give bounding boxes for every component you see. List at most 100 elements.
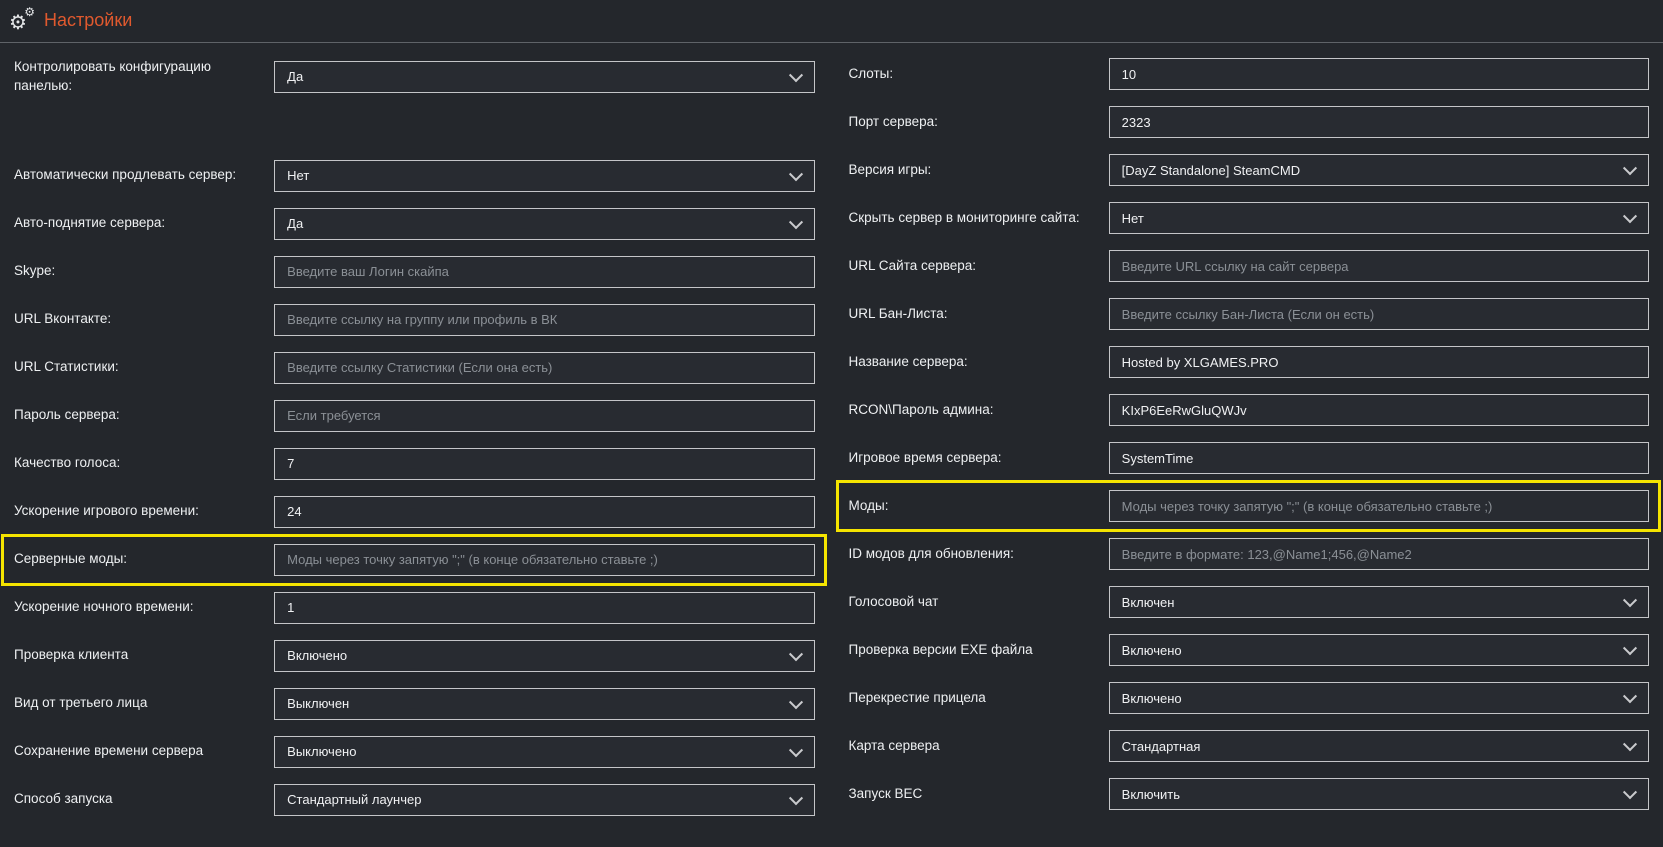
form-row-server-time-save: Сохранение времени сервераВыключено (14, 736, 815, 768)
exe-version-check-label: Проверка версии EXE файла (849, 641, 1109, 660)
mod-ids-update-input[interactable] (1109, 538, 1649, 570)
night-time-accel-control (274, 592, 814, 624)
vk-url-input[interactable] (274, 304, 814, 336)
form-row-mods: Моды: (836, 480, 1662, 532)
control-config-panel-label: Контролировать конфигурацию панелью: (14, 58, 274, 96)
server-port-control (1109, 106, 1649, 138)
auto-raise-server-select[interactable]: Да (274, 208, 814, 240)
rcon-admin-password-control (1109, 394, 1649, 426)
launch-method-label: Способ запуска (14, 790, 274, 809)
form-row-exe-version-check: Проверка версии EXE файлаВключено (849, 634, 1650, 666)
game-version-select[interactable]: [DayZ Standalone] SteamCMD (1109, 154, 1649, 186)
mods-control (1109, 490, 1649, 522)
server-game-time-control (1109, 442, 1649, 474)
form-row-server-site-url: URL Сайта сервера: (849, 250, 1650, 282)
server-map-select[interactable]: Стандартная (1109, 730, 1649, 762)
auto-renew-server-select-wrap: Нет (274, 160, 814, 192)
launch-method-select[interactable]: Стандартный лаунчер (274, 784, 814, 816)
game-version-label: Версия игры: (849, 161, 1109, 180)
bec-launch-select[interactable]: Включить (1109, 778, 1649, 810)
slots-label: Слоты: (849, 65, 1109, 84)
server-site-url-label: URL Сайта сервера: (849, 257, 1109, 276)
settings-column-right: Слоты:Порт сервера:Версия игры:[DayZ Sta… (849, 58, 1650, 816)
form-row-server-map: Карта сервераСтандартная (849, 730, 1650, 762)
server-time-save-select[interactable]: Выключено (274, 736, 814, 768)
auto-raise-server-select-wrap: Да (274, 208, 814, 240)
exe-version-check-select[interactable]: Включено (1109, 634, 1649, 666)
form-row-slots: Слоты: (849, 58, 1650, 90)
client-check-label: Проверка клиента (14, 646, 274, 665)
form-row-auto-renew-server: Автоматически продлевать сервер:Нет (14, 160, 815, 192)
server-name-label: Название сервера: (849, 353, 1109, 372)
auto-raise-server-control: Да (274, 208, 814, 240)
form-row-rcon-admin-password: RCON\Пароль админа: (849, 394, 1650, 426)
server-name-control (1109, 346, 1649, 378)
voice-chat-select[interactable]: Включен (1109, 586, 1649, 618)
form-row-third-person-view: Вид от третьего лицаВыключен (14, 688, 815, 720)
server-game-time-input[interactable] (1109, 442, 1649, 474)
voice-quality-control (274, 448, 814, 480)
night-time-accel-input[interactable] (274, 592, 814, 624)
hide-server-monitoring-select[interactable]: Нет (1109, 202, 1649, 234)
server-password-input[interactable] (274, 400, 814, 432)
form-row-hide-server-monitoring: Скрыть сервер в мониторинге сайта:Нет (849, 202, 1650, 234)
server-name-input[interactable] (1109, 346, 1649, 378)
server-mods-input[interactable] (274, 544, 814, 576)
crosshair-control: Включено (1109, 682, 1649, 714)
skype-input[interactable] (274, 256, 814, 288)
form-row-voice-quality: Качество голоса: (14, 448, 815, 480)
game-time-accel-input[interactable] (274, 496, 814, 528)
form-row-mod-ids-update: ID модов для обновления: (849, 538, 1650, 570)
form-row-bec-launch: Запуск BECВключить (849, 778, 1650, 810)
ban-list-url-input[interactable] (1109, 298, 1649, 330)
stats-url-input[interactable] (274, 352, 814, 384)
voice-chat-control: Включен (1109, 586, 1649, 618)
voice-chat-label: Голосовой чат (849, 593, 1109, 612)
voice-quality-input[interactable] (274, 448, 814, 480)
vk-url-label: URL Вконтакте: (14, 310, 274, 329)
exe-version-check-select-wrap: Включено (1109, 634, 1649, 666)
client-check-select-wrap: Включено (274, 640, 814, 672)
hide-server-monitoring-control: Нет (1109, 202, 1649, 234)
server-password-control (274, 400, 814, 432)
crosshair-select-wrap: Включено (1109, 682, 1649, 714)
third-person-view-select-wrap: Выключен (274, 688, 814, 720)
rcon-admin-password-input[interactable] (1109, 394, 1649, 426)
server-password-label: Пароль сервера: (14, 406, 274, 425)
server-port-input[interactable] (1109, 106, 1649, 138)
server-map-control: Стандартная (1109, 730, 1649, 762)
launch-method-control: Стандартный лаунчер (274, 784, 814, 816)
rcon-admin-password-label: RCON\Пароль админа: (849, 401, 1109, 420)
server-site-url-control (1109, 250, 1649, 282)
mod-ids-update-label: ID модов для обновления: (849, 545, 1109, 564)
mods-label: Моды: (849, 497, 1109, 516)
slots-control (1109, 58, 1649, 90)
server-site-url-input[interactable] (1109, 250, 1649, 282)
form-row-game-version: Версия игры:[DayZ Standalone] SteamCMD (849, 154, 1650, 186)
voice-chat-select-wrap: Включен (1109, 586, 1649, 618)
form-row-launch-method: Способ запускаСтандартный лаунчер (14, 784, 815, 816)
auto-renew-server-select[interactable]: Нет (274, 160, 814, 192)
ban-list-url-control (1109, 298, 1649, 330)
game-version-select-wrap: [DayZ Standalone] SteamCMD (1109, 154, 1649, 186)
slots-input[interactable] (1109, 58, 1649, 90)
third-person-view-select[interactable]: Выключен (274, 688, 814, 720)
control-config-panel-select[interactable]: Да (274, 61, 814, 93)
crosshair-select[interactable]: Включено (1109, 682, 1649, 714)
vk-url-control (274, 304, 814, 336)
client-check-select[interactable]: Включено (274, 640, 814, 672)
control-config-panel-select-wrap: Да (274, 61, 814, 93)
form-row-control-config-panel: Контролировать конфигурацию панелью:Да (14, 58, 815, 96)
server-game-time-label: Игровое время сервера: (849, 449, 1109, 468)
night-time-accel-label: Ускорение ночного времени: (14, 598, 274, 617)
mod-ids-update-control (1109, 538, 1649, 570)
ban-list-url-label: URL Бан-Листа: (849, 305, 1109, 324)
skype-label: Skype: (14, 262, 274, 281)
voice-quality-label: Качество голоса: (14, 454, 274, 473)
form-row-server-game-time: Игровое время сервера: (849, 442, 1650, 474)
mods-input[interactable] (1109, 490, 1649, 522)
form-row-stats-url: URL Статистики: (14, 352, 815, 384)
auto-renew-server-label: Автоматически продлевать сервер: (14, 166, 274, 185)
server-map-label: Карта сервера (849, 737, 1109, 756)
bec-launch-control: Включить (1109, 778, 1649, 810)
